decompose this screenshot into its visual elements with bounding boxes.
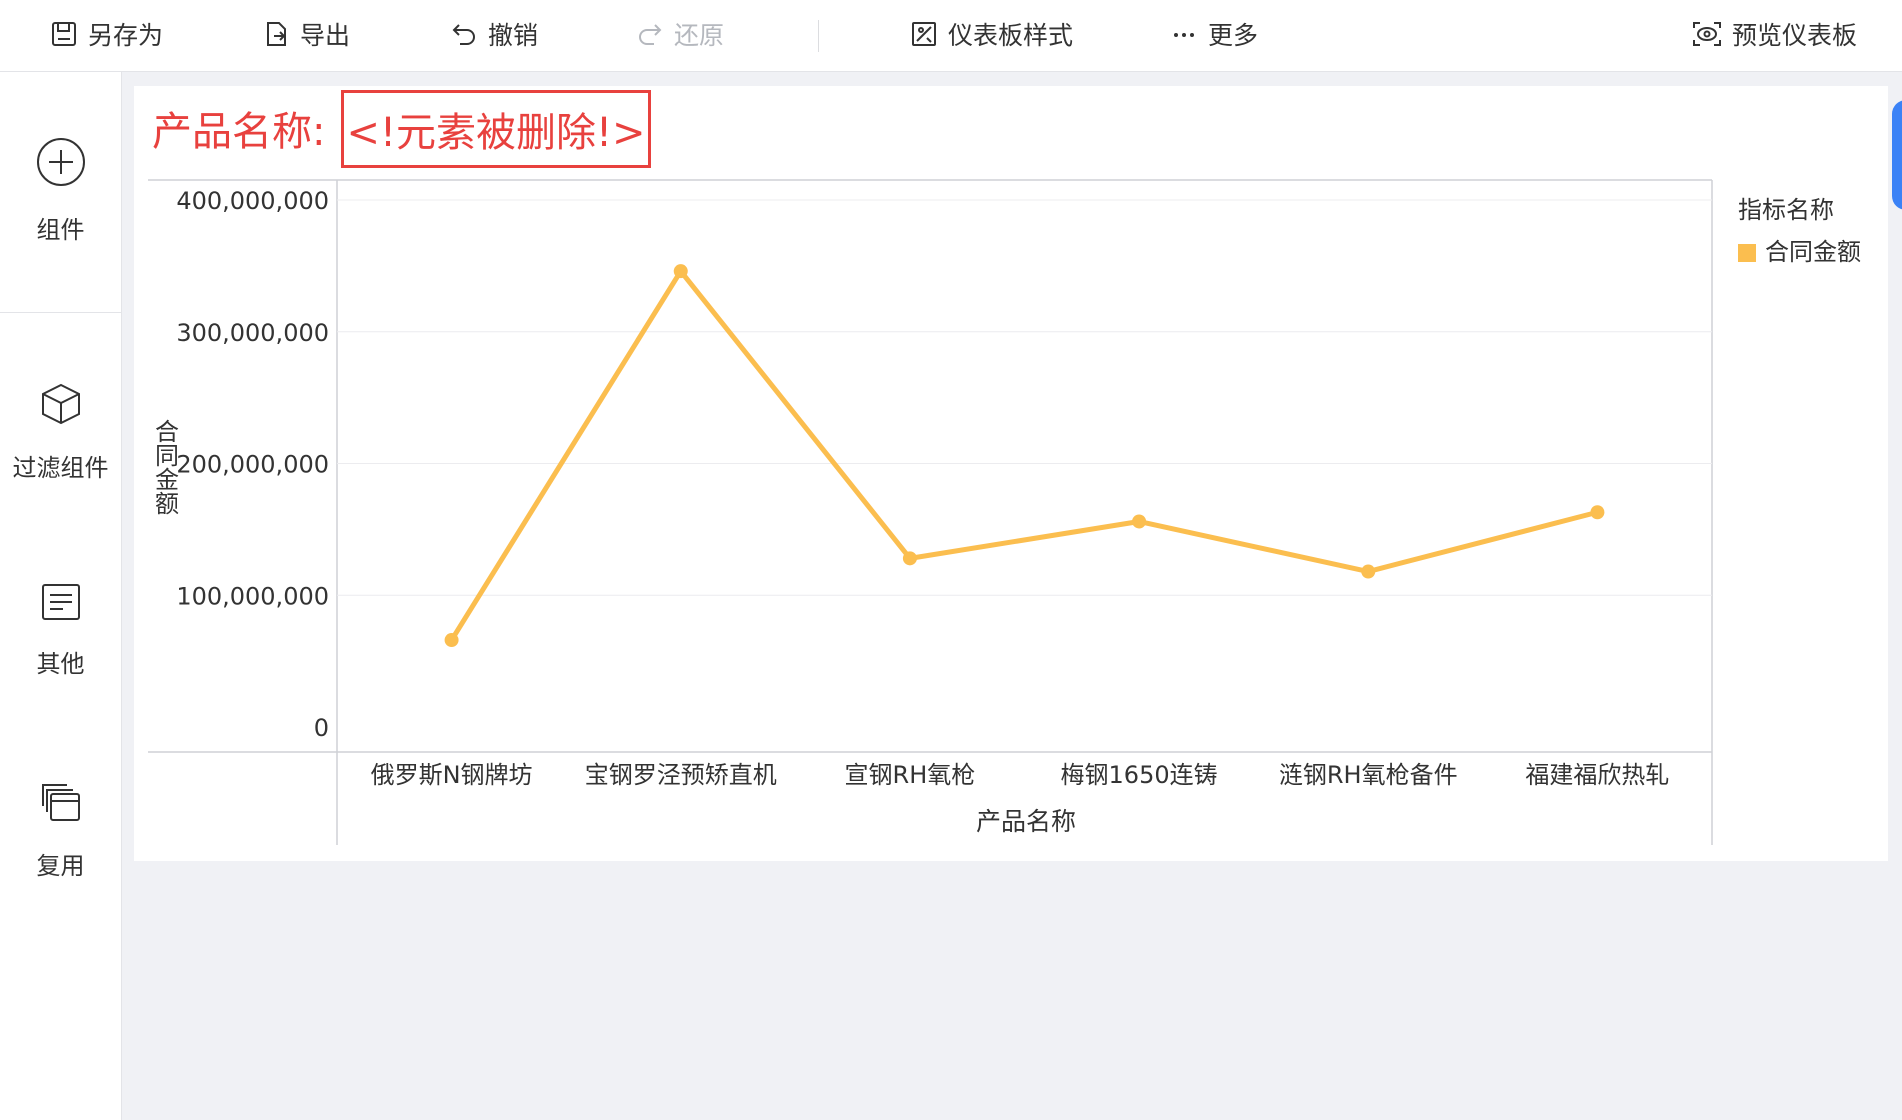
x-tick-label: 俄罗斯N钢牌坊 bbox=[371, 761, 533, 789]
x-tick-label: 梅钢1650连铸 bbox=[1061, 761, 1218, 789]
legend-title: 指标名称 bbox=[1738, 196, 1834, 224]
y-tick-label: 400,000,000 bbox=[176, 187, 329, 215]
data-point[interactable] bbox=[902, 551, 917, 566]
x-tick-label: 福建福欣热轧 bbox=[1525, 761, 1669, 789]
y-tick-label: 100,000,000 bbox=[176, 582, 329, 610]
y-tick-label: 0 bbox=[314, 714, 329, 742]
x-tick-label: 宝钢罗泾预矫直机 bbox=[585, 761, 777, 789]
data-point[interactable] bbox=[1590, 505, 1605, 520]
y-axis-label: 合同金额 bbox=[155, 418, 179, 518]
data-point[interactable] bbox=[1361, 564, 1376, 579]
legend-swatch bbox=[1738, 244, 1756, 262]
data-point[interactable] bbox=[1132, 514, 1147, 529]
y-tick-label: 200,000,000 bbox=[176, 451, 329, 479]
legend-item-label[interactable]: 合同金额 bbox=[1765, 238, 1861, 266]
data-point[interactable] bbox=[444, 633, 459, 648]
series-line bbox=[449, 268, 1599, 642]
y-tick-label: 300,000,000 bbox=[176, 319, 329, 347]
x-tick-label: 涟钢RH氧枪备件 bbox=[1279, 761, 1458, 789]
x-tick-label: 宣钢RH氧枪 bbox=[845, 761, 976, 789]
line-chart: 0 100,000,000 200,000,000 300,000,000 400,00… bbox=[148, 179, 1861, 845]
collapse-handle[interactable] bbox=[1892, 100, 1902, 210]
data-point[interactable] bbox=[673, 264, 688, 279]
x-axis-label: 产品名称 bbox=[976, 807, 1076, 836]
